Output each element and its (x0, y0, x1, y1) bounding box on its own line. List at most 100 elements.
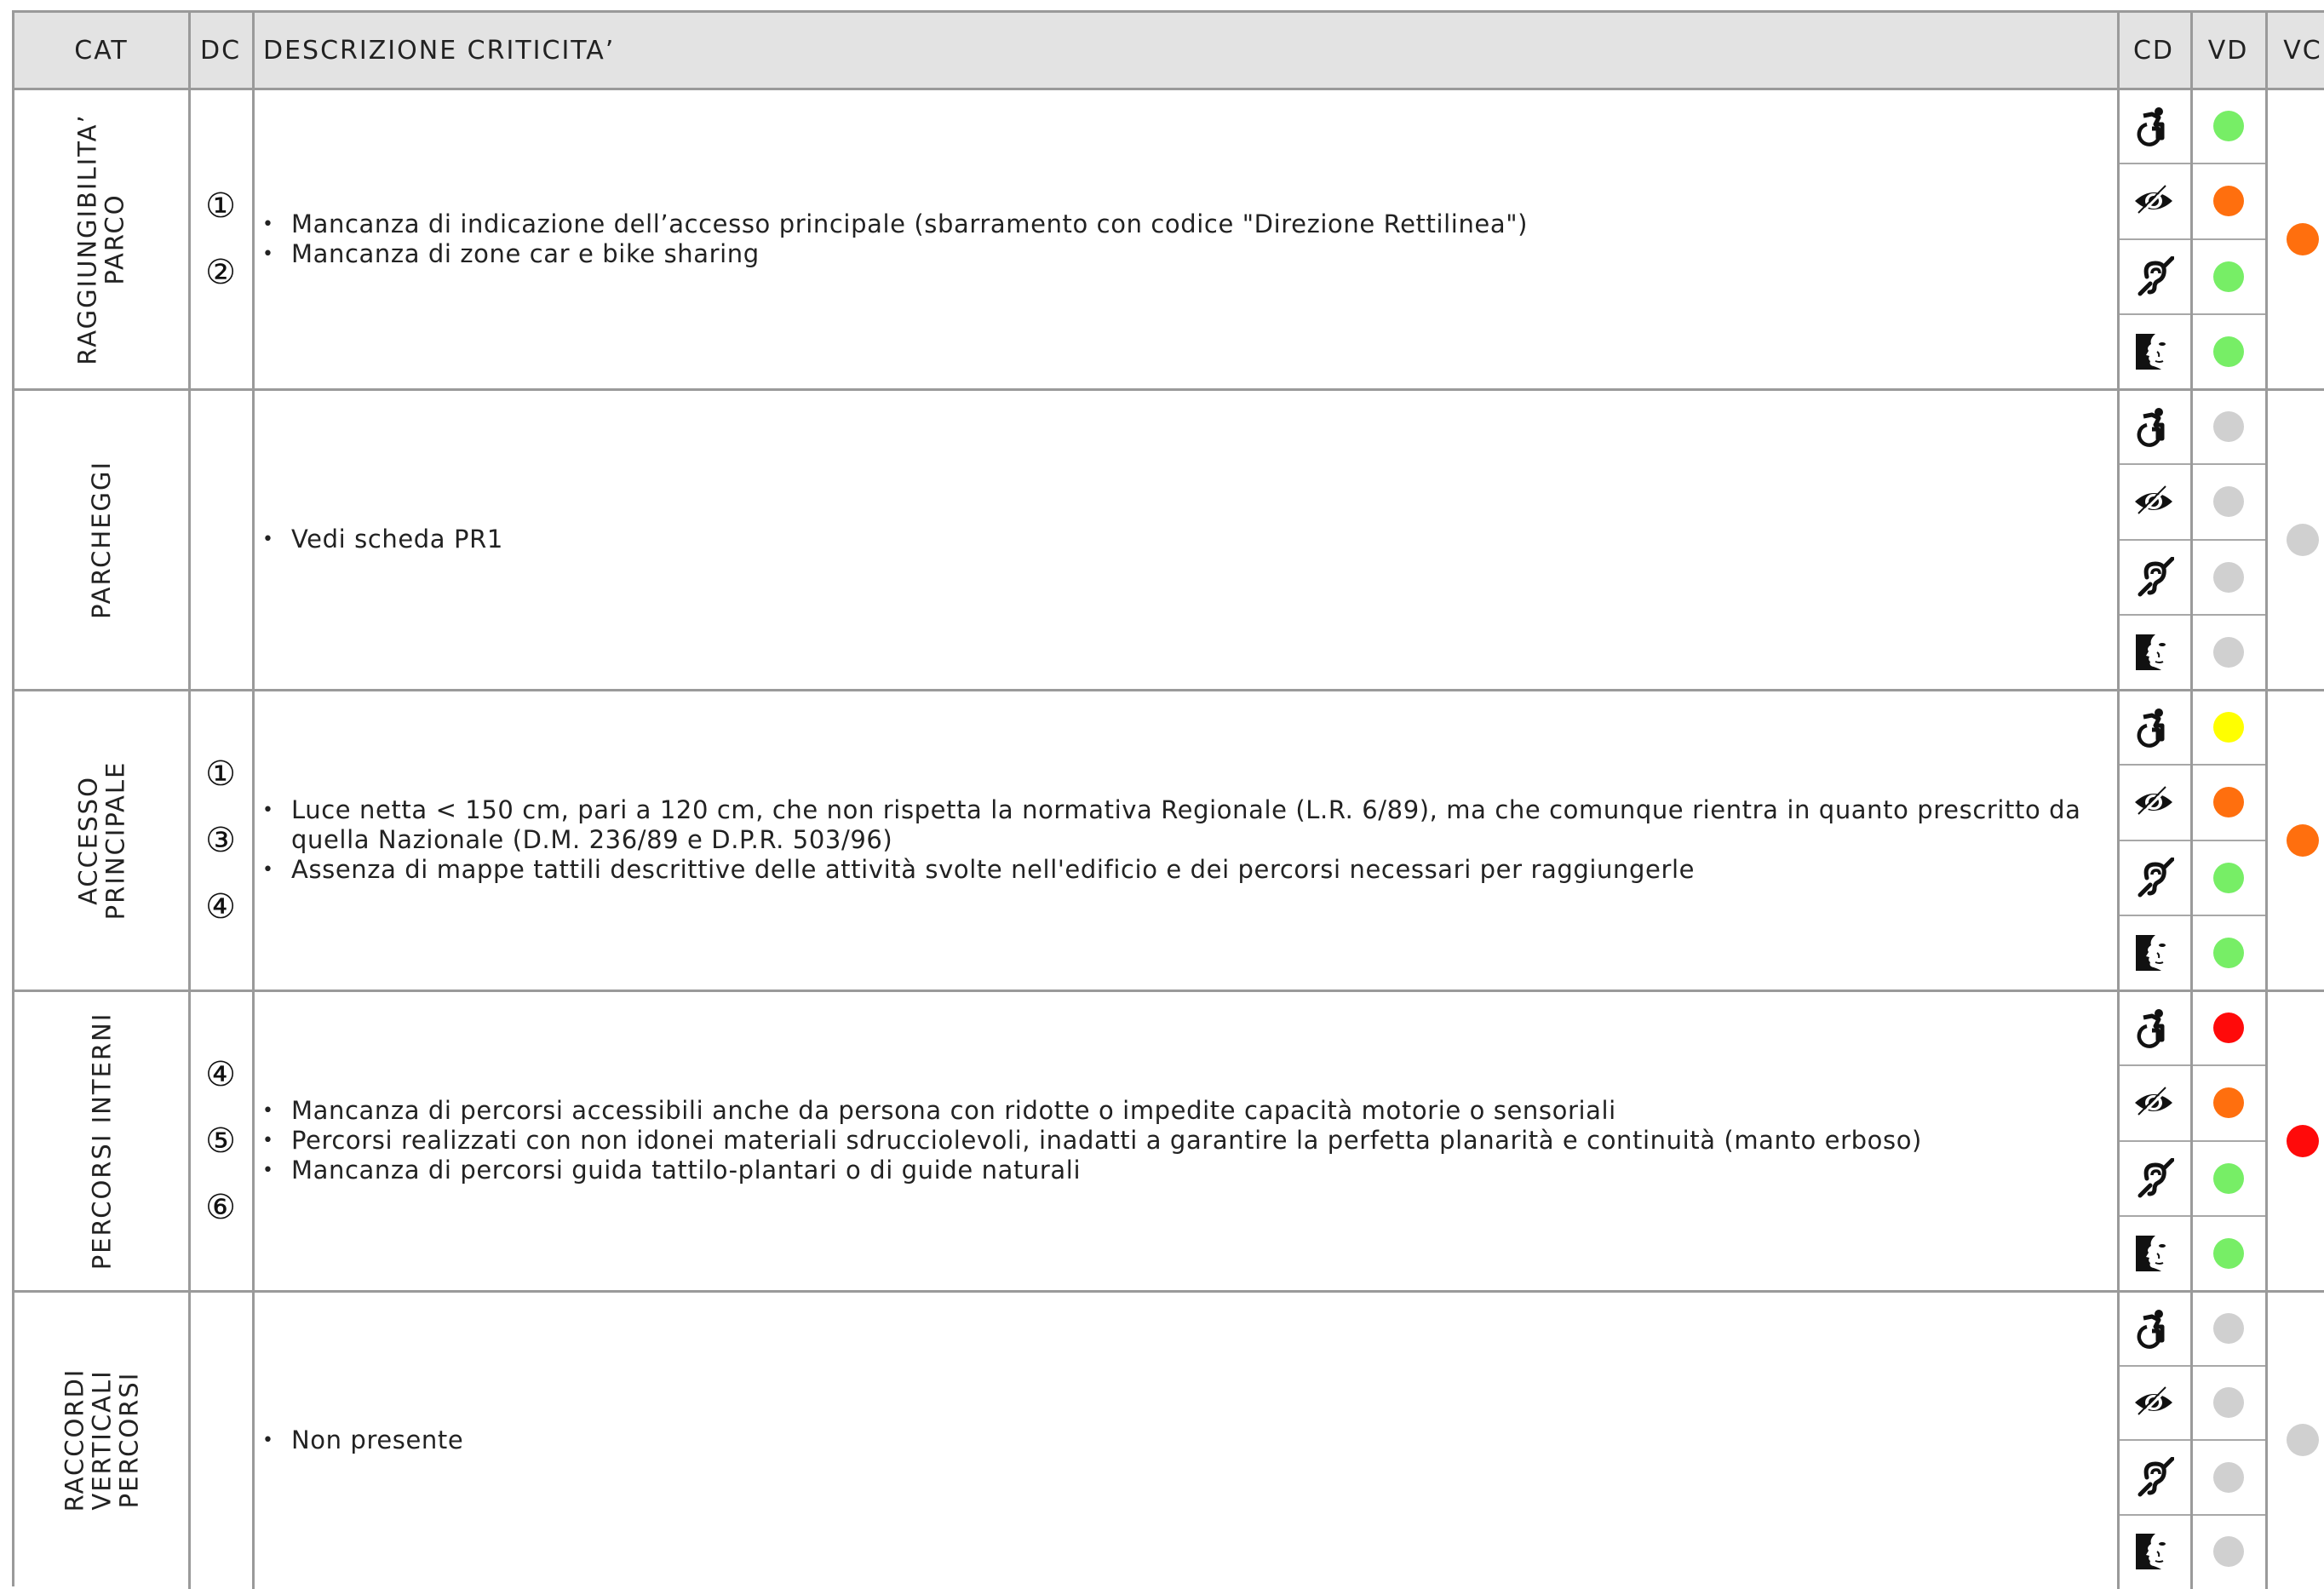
vd-status-dot (2213, 336, 2244, 367)
header-vc: VC (2267, 13, 2324, 89)
category-cell: RAGGIUNGIBILITA’PARCO (14, 89, 188, 389)
category-cell: PERCORSI INTERNI (14, 990, 188, 1291)
face-icon (2118, 314, 2189, 389)
vc-status-dot (2287, 524, 2319, 556)
vd-cell (2192, 1141, 2264, 1216)
dc-cell (188, 1291, 253, 1589)
description-cell: Luce netta < 150 cm, pari a 120 cm, che … (254, 690, 2116, 990)
criticita-item: Mancanza di indicazione dell’accesso pri… (262, 209, 2116, 239)
column-divider (252, 13, 255, 1589)
vc-cell (2267, 990, 2324, 1291)
face-icon (2118, 915, 2189, 990)
vc-status-dot (2287, 223, 2319, 255)
dc-reference-number: ⑥ (205, 1189, 236, 1226)
dc-cell: ④⑤⑥ (188, 990, 253, 1291)
criticita-item: Assenza di mappe tattili descrittive del… (262, 855, 2116, 885)
vd-cell (2192, 1291, 2264, 1366)
vc-status-dot (2287, 1125, 2319, 1157)
criticita-item: Mancanza di zone car e bike sharing (262, 239, 2116, 269)
face-icon (2118, 1515, 2189, 1589)
dc-cell: ①③④ (188, 690, 253, 990)
vd-cell (2192, 239, 2264, 314)
vd-status-dot (2213, 863, 2244, 893)
vc-status-dot (2287, 824, 2319, 857)
category-line: PERCORSI (115, 1368, 142, 1512)
vd-status-dot (2213, 1087, 2244, 1118)
category-label: RAGGIUNGIBILITA’PARCO (74, 113, 129, 364)
hearing-icon (2118, 1141, 2189, 1216)
vd-cell (2192, 314, 2264, 389)
vd-status-dot (2213, 938, 2244, 968)
column-divider (188, 13, 191, 1589)
wheelchair-icon (2118, 690, 2189, 765)
dc-reference-number: ④ (205, 888, 236, 926)
hearing-icon (2118, 1440, 2189, 1515)
header-vd: VD (2192, 13, 2264, 89)
column-divider (2190, 13, 2193, 1589)
vc-cell (2267, 1291, 2324, 1589)
vd-cell (2192, 615, 2264, 690)
criticita-item: Luce netta < 150 cm, pari a 120 cm, che … (262, 795, 2122, 855)
face-icon (2118, 1216, 2189, 1291)
vd-status-dot (2213, 1163, 2244, 1194)
description-cell: Mancanza di indicazione dell’accesso pri… (254, 89, 2116, 389)
dc-cell (188, 389, 253, 690)
vd-status-dot (2213, 1012, 2244, 1043)
category-line: VERTICALI (88, 1368, 115, 1512)
category-line: RACCORDI (60, 1368, 88, 1512)
vd-status-dot (2213, 1313, 2244, 1344)
vc-cell (2267, 389, 2324, 690)
eye-icon (2118, 765, 2189, 840)
eye-icon (2118, 464, 2189, 539)
column-divider (2265, 13, 2268, 1589)
column-divider (2117, 13, 2120, 1589)
criticita-table: CAT DC DESCRIZIONE CRITICITA’ CD VD VC R… (12, 10, 2324, 1586)
header-cd: CD (2118, 13, 2189, 89)
category-label: PERCORSI INTERNI (88, 1012, 115, 1270)
category-line: RAGGIUNGIBILITA’ (74, 113, 101, 364)
wheelchair-icon (2118, 389, 2189, 464)
hearing-icon (2118, 239, 2189, 314)
description-cell: Mancanza di percorsi accessibili anche d… (254, 990, 2116, 1291)
wheelchair-icon (2118, 990, 2189, 1065)
face-icon (2118, 615, 2189, 690)
category-cell: RACCORDIVERTICALIPERCORSI (14, 1291, 188, 1589)
vd-cell (2192, 89, 2264, 163)
dc-cell: ①② (188, 89, 253, 389)
vd-cell (2192, 540, 2264, 615)
wheelchair-icon (2118, 89, 2189, 163)
criticita-item: Non presente (262, 1426, 2116, 1455)
category-line: PERCORSI INTERNI (88, 1012, 115, 1270)
vd-cell (2192, 1065, 2264, 1140)
vd-status-dot (2213, 787, 2244, 817)
eye-icon (2118, 1065, 2189, 1140)
vd-status-dot (2213, 1387, 2244, 1418)
vc-status-dot (2287, 1424, 2319, 1456)
vd-cell (2192, 990, 2264, 1065)
vd-cell (2192, 1515, 2264, 1589)
vd-cell (2192, 464, 2264, 539)
vd-cell (2192, 765, 2264, 840)
category-label: ACCESSOPRINCIPALE (74, 760, 129, 920)
description-cell: Non presente (254, 1291, 2116, 1589)
category-cell: PARCHEGGI (14, 389, 188, 690)
vc-cell (2267, 89, 2324, 389)
dc-reference-number: ③ (205, 822, 236, 859)
vd-status-dot (2213, 186, 2244, 216)
criticita-item: Mancanza di percorsi accessibili anche d… (262, 1096, 2116, 1126)
vd-cell (2192, 915, 2264, 990)
vd-status-dot (2213, 637, 2244, 668)
dc-reference-number: ② (205, 254, 236, 291)
category-line: PARCHEGGI (88, 460, 115, 618)
hearing-icon (2118, 540, 2189, 615)
description-cell: Vedi scheda PR1 (254, 389, 2116, 690)
eye-icon (2118, 163, 2189, 238)
vd-cell (2192, 840, 2264, 915)
criticita-item: Vedi scheda PR1 (262, 525, 2116, 554)
vd-cell (2192, 1366, 2264, 1441)
wheelchair-icon (2118, 1291, 2189, 1366)
vd-status-dot (2213, 562, 2244, 593)
eye-icon (2118, 1366, 2189, 1441)
vd-status-dot (2213, 1536, 2244, 1567)
header-descrizione: DESCRIZIONE CRITICITA’ (210, 13, 2073, 89)
